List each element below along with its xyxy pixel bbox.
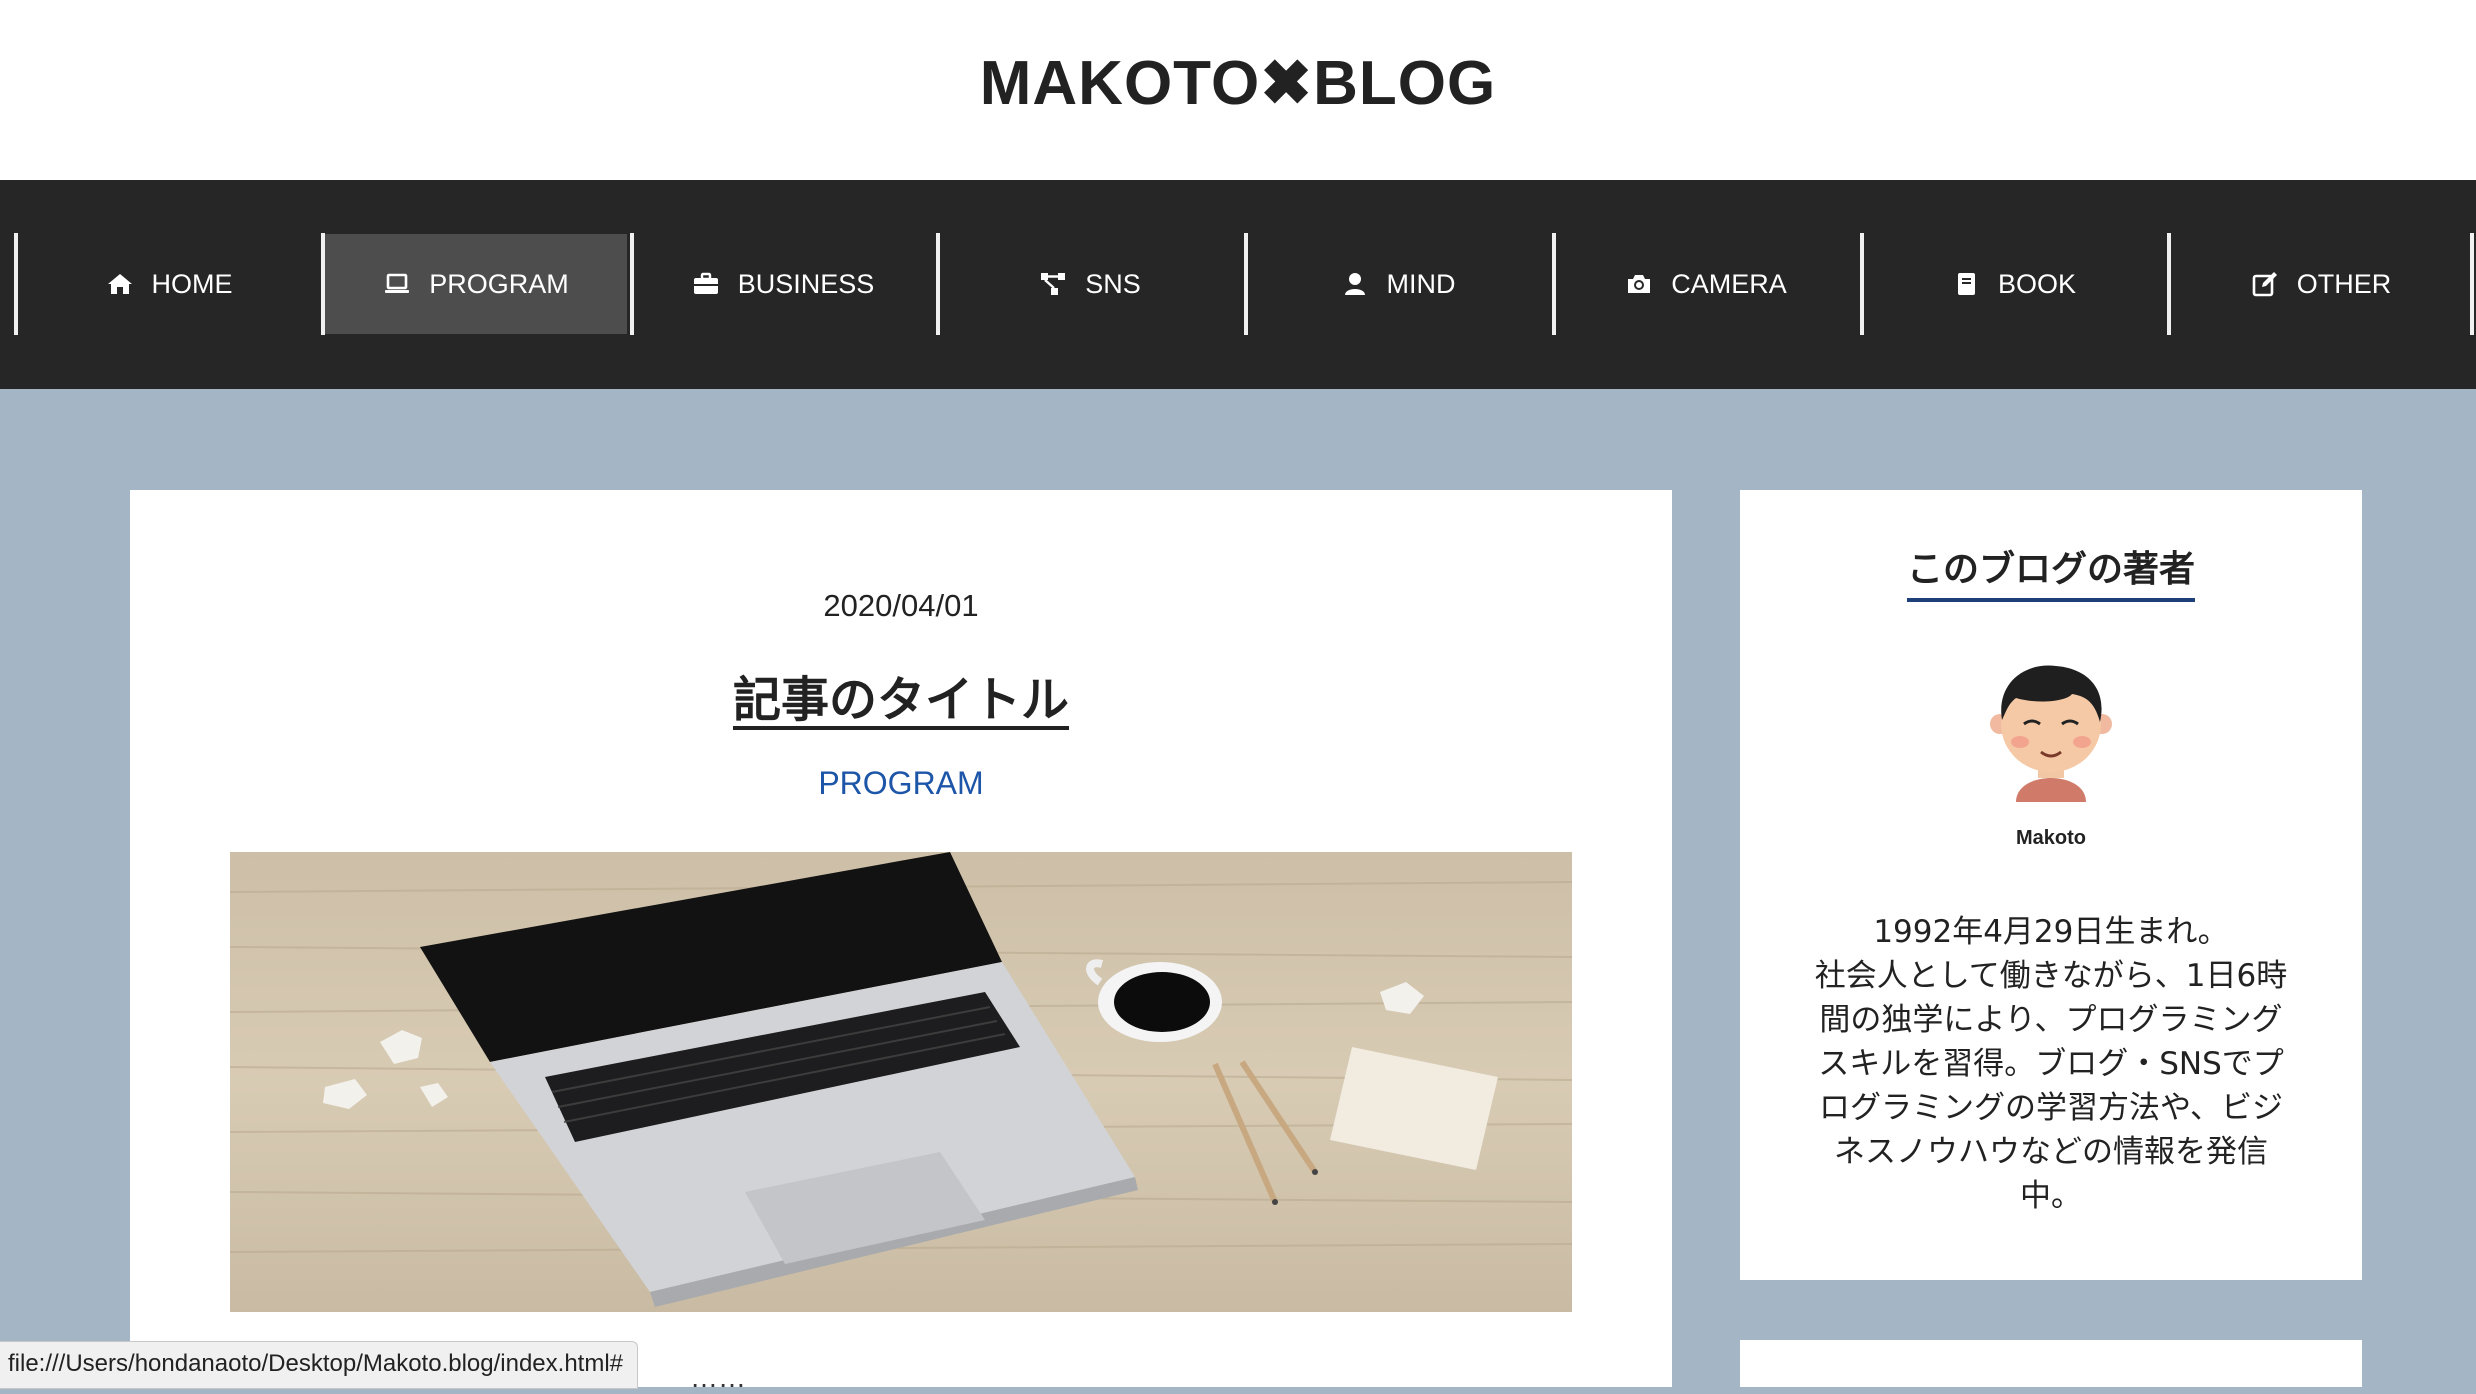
- author-widget: このブログの著者 Makoto 1992年4月29日生まれ。 社会人として働きな…: [1740, 490, 2362, 1280]
- author-bio-line: ネスノウハウなどの情報を発信: [1834, 1134, 2268, 1170]
- nav-item-business[interactable]: BUSINESS: [632, 234, 934, 334]
- author-widget-title-text: このブログの著者: [1906, 540, 2195, 602]
- nav-label: CAMERA: [1671, 268, 1787, 299]
- network-icon: [1039, 270, 1067, 298]
- nav-item-other[interactable]: OTHER: [2170, 234, 2472, 334]
- camera-icon: [1625, 270, 1653, 298]
- nav-item-book[interactable]: BOOK: [1863, 234, 2165, 334]
- nav-label: MIND: [1386, 268, 1456, 299]
- briefcase-icon: [692, 270, 720, 298]
- nav-item-mind[interactable]: MIND: [1247, 234, 1549, 334]
- main-nav: HOME PROGRAM BUSINESS SNS MIND CAMERA BO…: [0, 180, 2476, 389]
- nav-item-home[interactable]: HOME: [18, 234, 320, 334]
- article-card: 2020/04/01 記事のタイトル PROGRAM ……: [130, 490, 1672, 1393]
- book-icon: [1952, 270, 1980, 298]
- author-name: Makoto: [2016, 827, 2086, 849]
- author-avatar: [1976, 652, 2126, 802]
- nav-label: HOME: [151, 268, 233, 299]
- post-title-link[interactable]: 記事のタイトル: [733, 672, 1069, 728]
- post-category-link[interactable]: PROGRAM: [130, 765, 1672, 802]
- user-icon: [1341, 270, 1369, 298]
- nav-label: PROGRAM: [429, 268, 569, 299]
- post-excerpt: ……: [690, 1362, 746, 1393]
- post-date: 2020/04/01: [823, 588, 979, 623]
- site-title[interactable]: MAKOTO✖BLOG: [0, 46, 2476, 119]
- laptop-icon: [383, 270, 411, 298]
- nav-label: BOOK: [1997, 268, 2077, 299]
- author-bio-line: 1992年4月29日生まれ。: [1873, 914, 2229, 950]
- post-title: 記事のタイトル: [130, 660, 1672, 730]
- author-bio-line: ログラミングの学習方法や、ビジ: [1818, 1090, 2284, 1126]
- nav-label: BUSINESS: [737, 268, 875, 299]
- nav-item-program[interactable]: PROGRAM: [325, 234, 627, 334]
- edit-icon: [2251, 270, 2279, 298]
- nav-item-camera[interactable]: CAMERA: [1555, 234, 1857, 334]
- home-icon: [106, 270, 134, 298]
- author-bio: 1992年4月29日生まれ。 社会人として働きながら、1日6時 間の独学により、…: [1800, 910, 2302, 1218]
- author-bio-line: 中。: [2020, 1178, 2082, 1214]
- nav-item-sns[interactable]: SNS: [939, 234, 1241, 334]
- site-header: MAKOTO✖BLOG: [0, 0, 2476, 180]
- nav-label: SNS: [1085, 268, 1141, 299]
- author-bio-line: スキルを習得。ブログ・SNSでプ: [1818, 1046, 2284, 1082]
- author-widget-title: このブログの著者: [1740, 540, 2362, 602]
- sidebar-widget: [1740, 1340, 2362, 1387]
- author-bio-line: 社会人として働きながら、1日6時: [1814, 958, 2288, 994]
- nav-label: OTHER: [2296, 268, 2392, 299]
- post-thumbnail[interactable]: [230, 852, 1572, 1312]
- laptop-photo: [230, 852, 1572, 1312]
- author-bio-line: 間の独学により、プログラミング: [1819, 1002, 2283, 1038]
- browser-status-bar: file:///Users/hondanaoto/Desktop/Makoto.…: [0, 1341, 639, 1389]
